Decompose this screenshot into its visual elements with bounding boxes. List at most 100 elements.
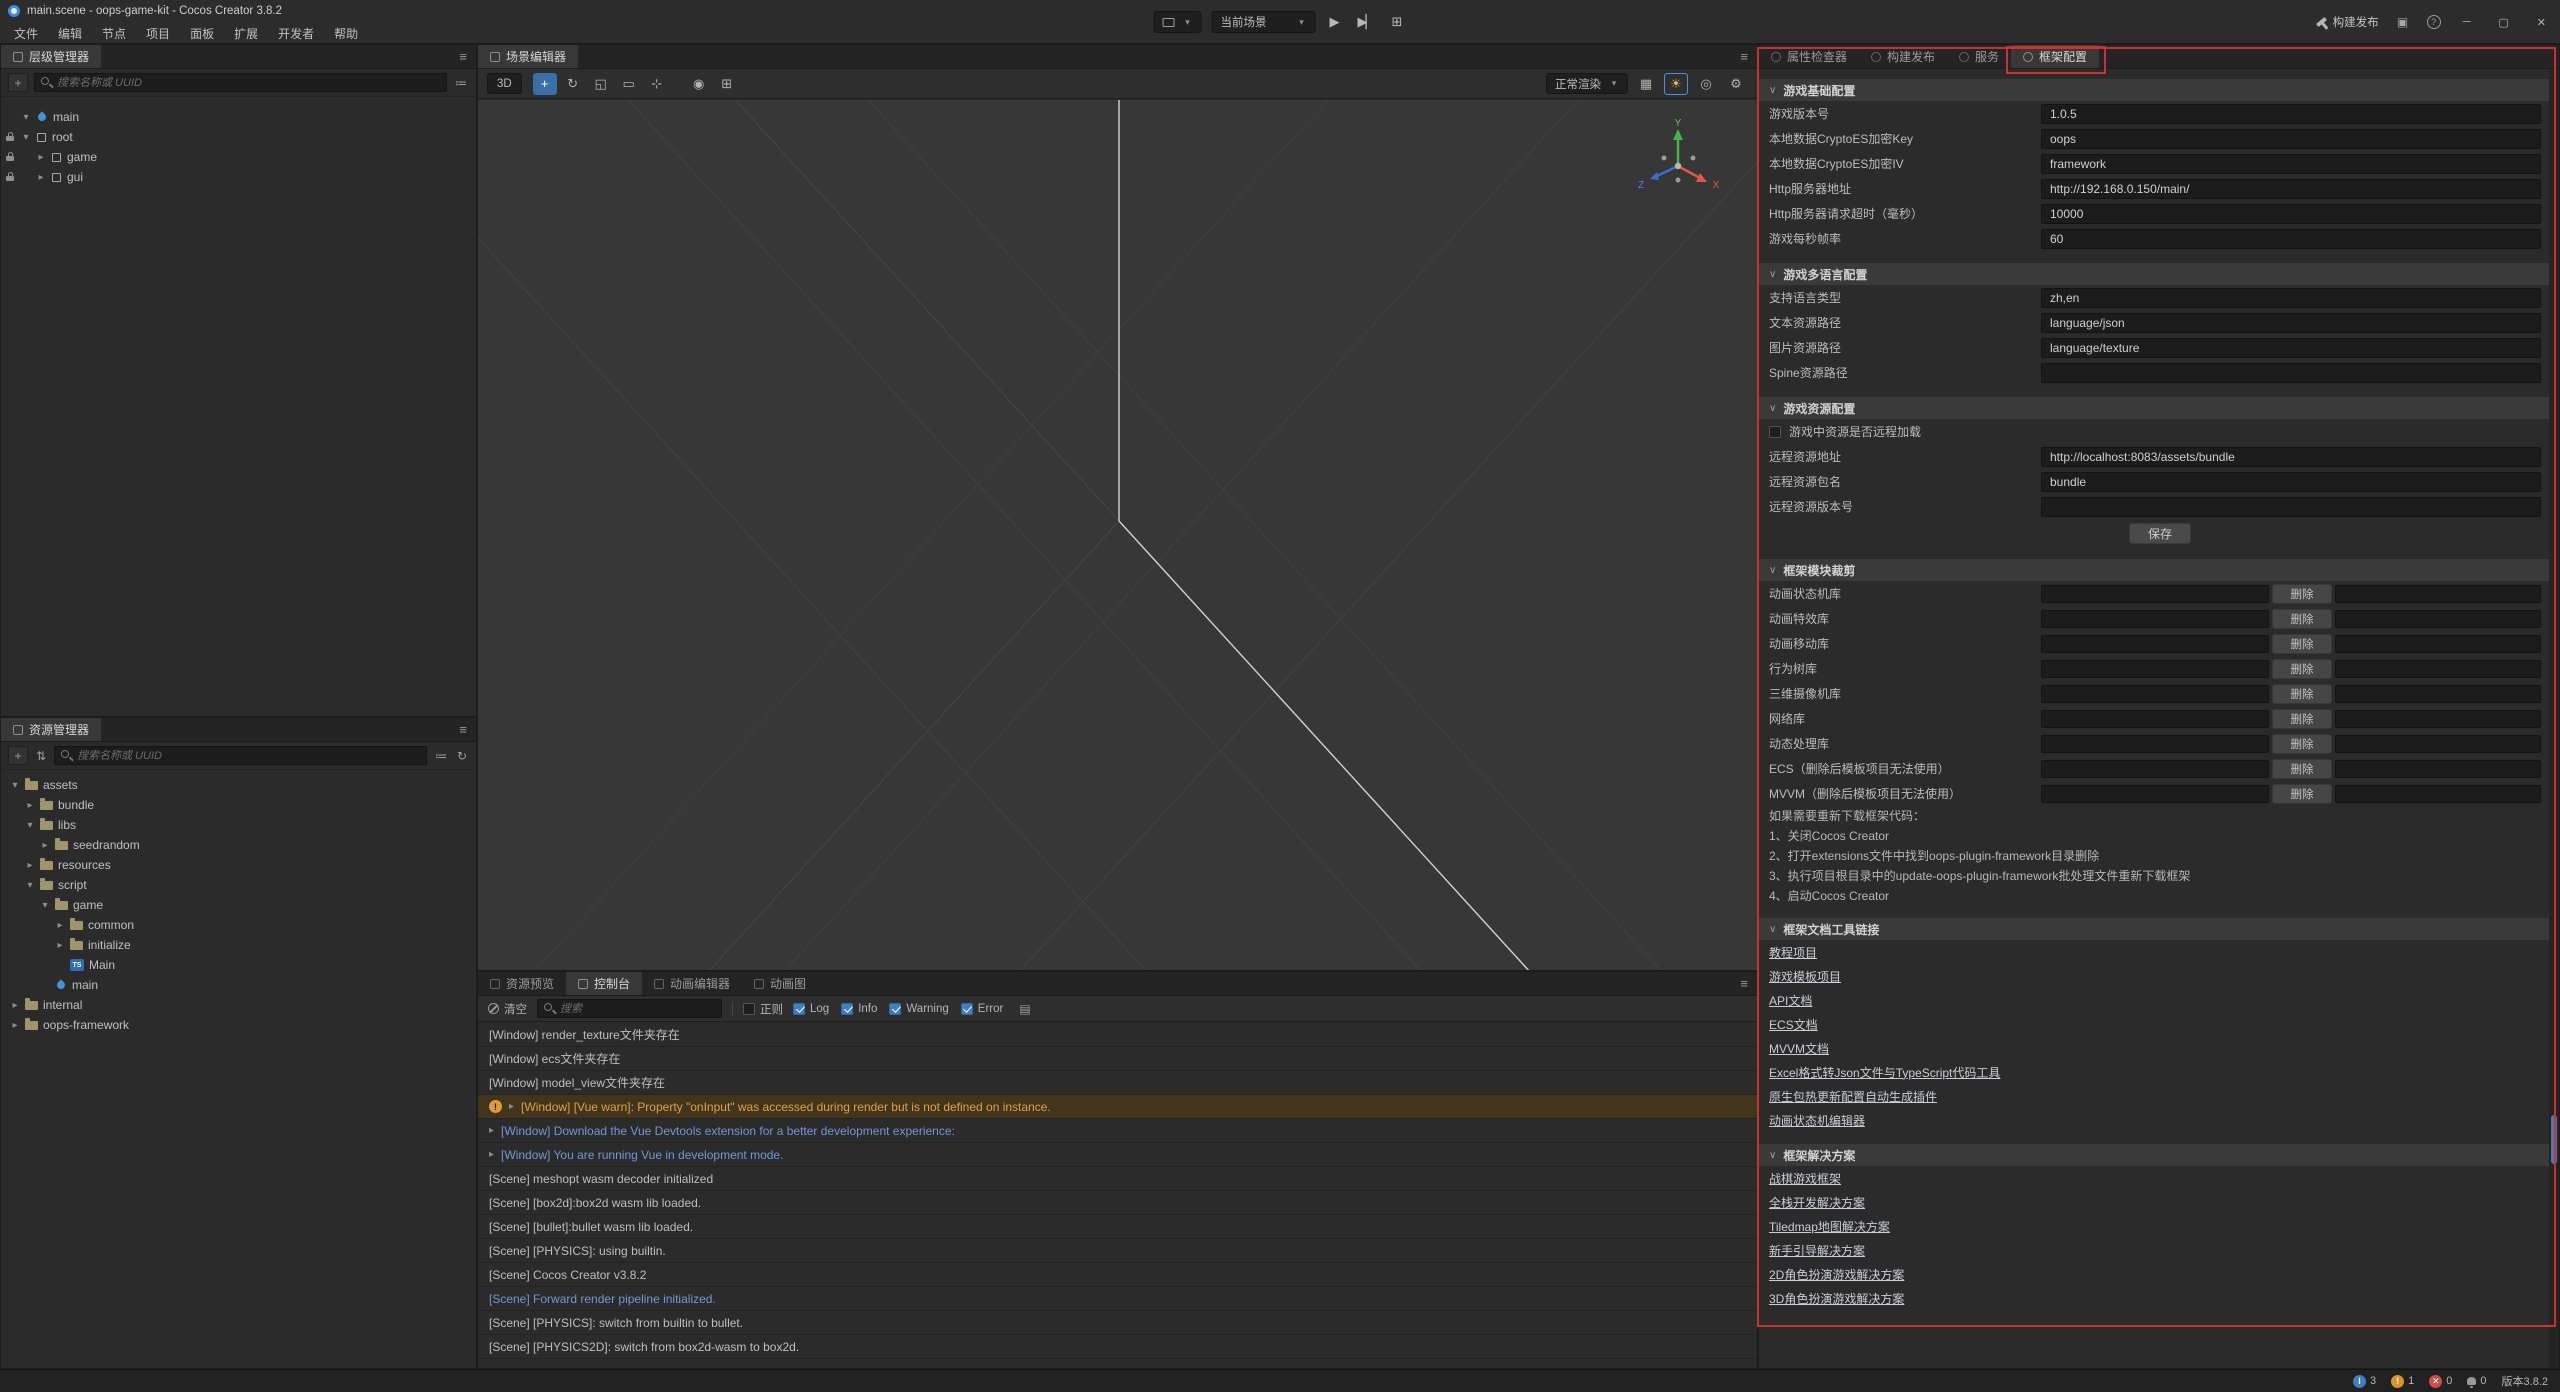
menu-item[interactable]: 扩展 — [224, 22, 268, 44]
log-row[interactable]: [Scene] [PHYSICS2D]: switch from box2d-w… — [478, 1335, 1757, 1359]
inspector-tab[interactable]: 构建发布 — [1859, 45, 1947, 68]
property-input[interactable] — [2041, 363, 2541, 383]
log-settings-icon[interactable]: ▤ — [1017, 1002, 1032, 1016]
log-row[interactable]: [Scene] Cocos Creator v3.8.2 — [478, 1263, 1757, 1287]
caret-down-icon[interactable]: ▾ — [21, 132, 31, 143]
log-row[interactable]: [Scene] [box2d]:box2d wasm lib loaded. — [478, 1191, 1757, 1215]
delete-button[interactable]: 删除 — [2272, 584, 2332, 604]
panel-menu-icon[interactable]: ≡ — [1731, 972, 1757, 995]
caret-right-icon[interactable]: ▸ — [10, 1000, 20, 1011]
lock-icon[interactable] — [6, 136, 14, 141]
delete-button[interactable]: 删除 — [2272, 684, 2332, 704]
doc-link[interactable]: Excel格式转Json文件与TypeScript代码工具 — [1769, 1064, 2000, 1081]
grid-snap-toggle[interactable]: ⊞ — [715, 73, 739, 95]
rotate-tool[interactable]: ↻ — [561, 73, 585, 95]
caret-down-icon[interactable]: ▾ — [25, 880, 35, 891]
scene-light-toggle-icon[interactable]: ☀ — [1664, 73, 1688, 95]
filter-icon[interactable]: ≔ — [453, 76, 469, 90]
preview-target-dropdown[interactable]: ▾ — [1154, 11, 1202, 33]
transform-gizmo-tool[interactable]: ⊹ — [645, 73, 669, 95]
tree-row[interactable]: ▸initialize — [1, 935, 476, 955]
notification-count[interactable]: 0 — [2467, 1375, 2486, 1387]
scene-tab[interactable]: 场景编辑器 — [478, 45, 578, 68]
tree-row[interactable]: main — [1, 975, 476, 995]
property-input[interactable] — [2041, 104, 2541, 124]
inspector-tab[interactable]: 服务 — [1947, 45, 2011, 68]
delete-button[interactable]: 删除 — [2272, 609, 2332, 629]
filter-info-checkbox[interactable]: Info — [841, 1003, 877, 1015]
tree-row[interactable]: ▸seedrandom — [1, 835, 476, 855]
tree-row[interactable]: ▸game — [1, 147, 476, 167]
console-tab[interactable]: 动画图 — [742, 972, 818, 995]
warning-count[interactable]: ! 1 — [2391, 1375, 2414, 1388]
move-tool[interactable]: + — [533, 73, 557, 95]
console-tab[interactable]: 资源预览 — [478, 972, 566, 995]
caret-right-icon[interactable]: ▸ — [10, 1020, 20, 1031]
sort-icon[interactable]: ⇅ — [34, 749, 48, 763]
solution-link[interactable]: 全栈开发解决方案 — [1769, 1194, 1865, 1211]
caret-right-icon[interactable]: ▸ — [25, 860, 35, 871]
render-mode-dropdown[interactable]: 正常渲染 ▾ — [1546, 73, 1628, 94]
scene-select-dropdown[interactable]: 当前场景 ▾ — [1212, 11, 1316, 33]
scale-tool[interactable]: ◱ — [589, 73, 613, 95]
tree-row[interactable]: ▸oops-framework — [1, 1015, 476, 1035]
create-asset-button[interactable]: + — [8, 746, 28, 765]
menu-item[interactable]: 节点 — [92, 22, 136, 44]
filter-log-checkbox[interactable]: Log — [793, 1003, 829, 1015]
caret-right-icon[interactable]: ▸ — [25, 800, 35, 811]
property-input[interactable] — [2041, 179, 2541, 199]
delete-button[interactable]: 删除 — [2272, 784, 2332, 804]
log-row[interactable]: ▸[Window] You are running Vue in develop… — [478, 1143, 1757, 1167]
camera-preview-toggle-icon[interactable]: ◎ — [1694, 73, 1718, 95]
delete-button[interactable]: 删除 — [2272, 634, 2332, 654]
section-resource-config[interactable]: ∨游戏资源配置 — [1759, 397, 2549, 419]
expand-arrow-icon[interactable]: ▸ — [509, 1101, 514, 1112]
doc-link[interactable]: MVVM文档 — [1769, 1040, 1829, 1057]
doc-link[interactable]: 动画状态机编辑器 — [1769, 1112, 1865, 1129]
log-row[interactable]: [Scene] meshopt wasm decoder initialized — [478, 1167, 1757, 1191]
caret-down-icon[interactable]: ▾ — [21, 112, 31, 123]
rect-tool[interactable]: ▭ — [617, 73, 641, 95]
property-input[interactable] — [2041, 288, 2541, 308]
expand-arrow-icon[interactable]: ▸ — [489, 1149, 494, 1160]
caret-down-icon[interactable]: ▾ — [10, 780, 20, 791]
lock-icon[interactable] — [6, 176, 14, 181]
caret-right-icon[interactable]: ▸ — [55, 920, 65, 931]
menu-item[interactable]: 项目 — [136, 22, 180, 44]
expand-arrow-icon[interactable]: ▸ — [489, 1125, 494, 1136]
menu-item[interactable]: 面板 — [180, 22, 224, 44]
menu-item[interactable]: 开发者 — [268, 22, 324, 44]
info-count[interactable]: i 3 — [2353, 1375, 2376, 1388]
assets-search-input[interactable] — [54, 746, 427, 765]
property-input[interactable] — [2041, 204, 2541, 224]
menu-item[interactable]: 帮助 — [324, 22, 368, 44]
scrollbar[interactable] — [2549, 69, 2559, 1368]
log-row[interactable]: [Window] ecs文件夹存在 — [478, 1047, 1757, 1071]
log-row[interactable]: [Scene] [PHYSICS]: using builtin. — [478, 1239, 1757, 1263]
hierarchy-tab[interactable]: 层级管理器 — [1, 45, 101, 68]
assets-tab[interactable]: 资源管理器 — [1, 718, 101, 741]
caret-right-icon[interactable]: ▸ — [40, 840, 50, 851]
log-row[interactable]: [Window] model_view文件夹存在 — [478, 1071, 1757, 1095]
doc-link[interactable]: 原生包热更新配置自动生成插件 — [1769, 1088, 1937, 1105]
create-node-button[interactable]: + — [8, 73, 28, 92]
tree-row[interactable]: ▾game — [1, 895, 476, 915]
menu-item[interactable]: 文件 — [4, 22, 48, 44]
console-tab[interactable]: 控制台 — [566, 972, 642, 995]
tree-row[interactable]: ▸gui — [1, 167, 476, 187]
solution-link[interactable]: 战棋游戏框架 — [1769, 1170, 1841, 1187]
hierarchy-search-input[interactable] — [34, 73, 447, 92]
log-row[interactable]: [Scene] [PHYSICS]: switch from builtin t… — [478, 1311, 1757, 1335]
tree-row[interactable]: ▾main — [1, 107, 476, 127]
section-solution-links[interactable]: ∨框架解决方案 — [1759, 1144, 2549, 1166]
section-module-trim[interactable]: ∨框架模块裁剪 — [1759, 559, 2549, 581]
section-language-config[interactable]: ∨游戏多语言配置 — [1759, 263, 2549, 285]
toggle-2d-3d-button[interactable]: 3D — [487, 73, 522, 94]
caret-right-icon[interactable]: ▸ — [36, 172, 46, 183]
tree-row[interactable]: ▸bundle — [1, 795, 476, 815]
console-search-input[interactable] — [537, 999, 722, 1018]
property-input[interactable] — [2041, 229, 2541, 249]
panel-menu-icon[interactable]: ≡ — [450, 45, 476, 68]
tree-row[interactable]: ▾script — [1, 875, 476, 895]
play-button[interactable]: ▶ — [1326, 14, 1344, 30]
